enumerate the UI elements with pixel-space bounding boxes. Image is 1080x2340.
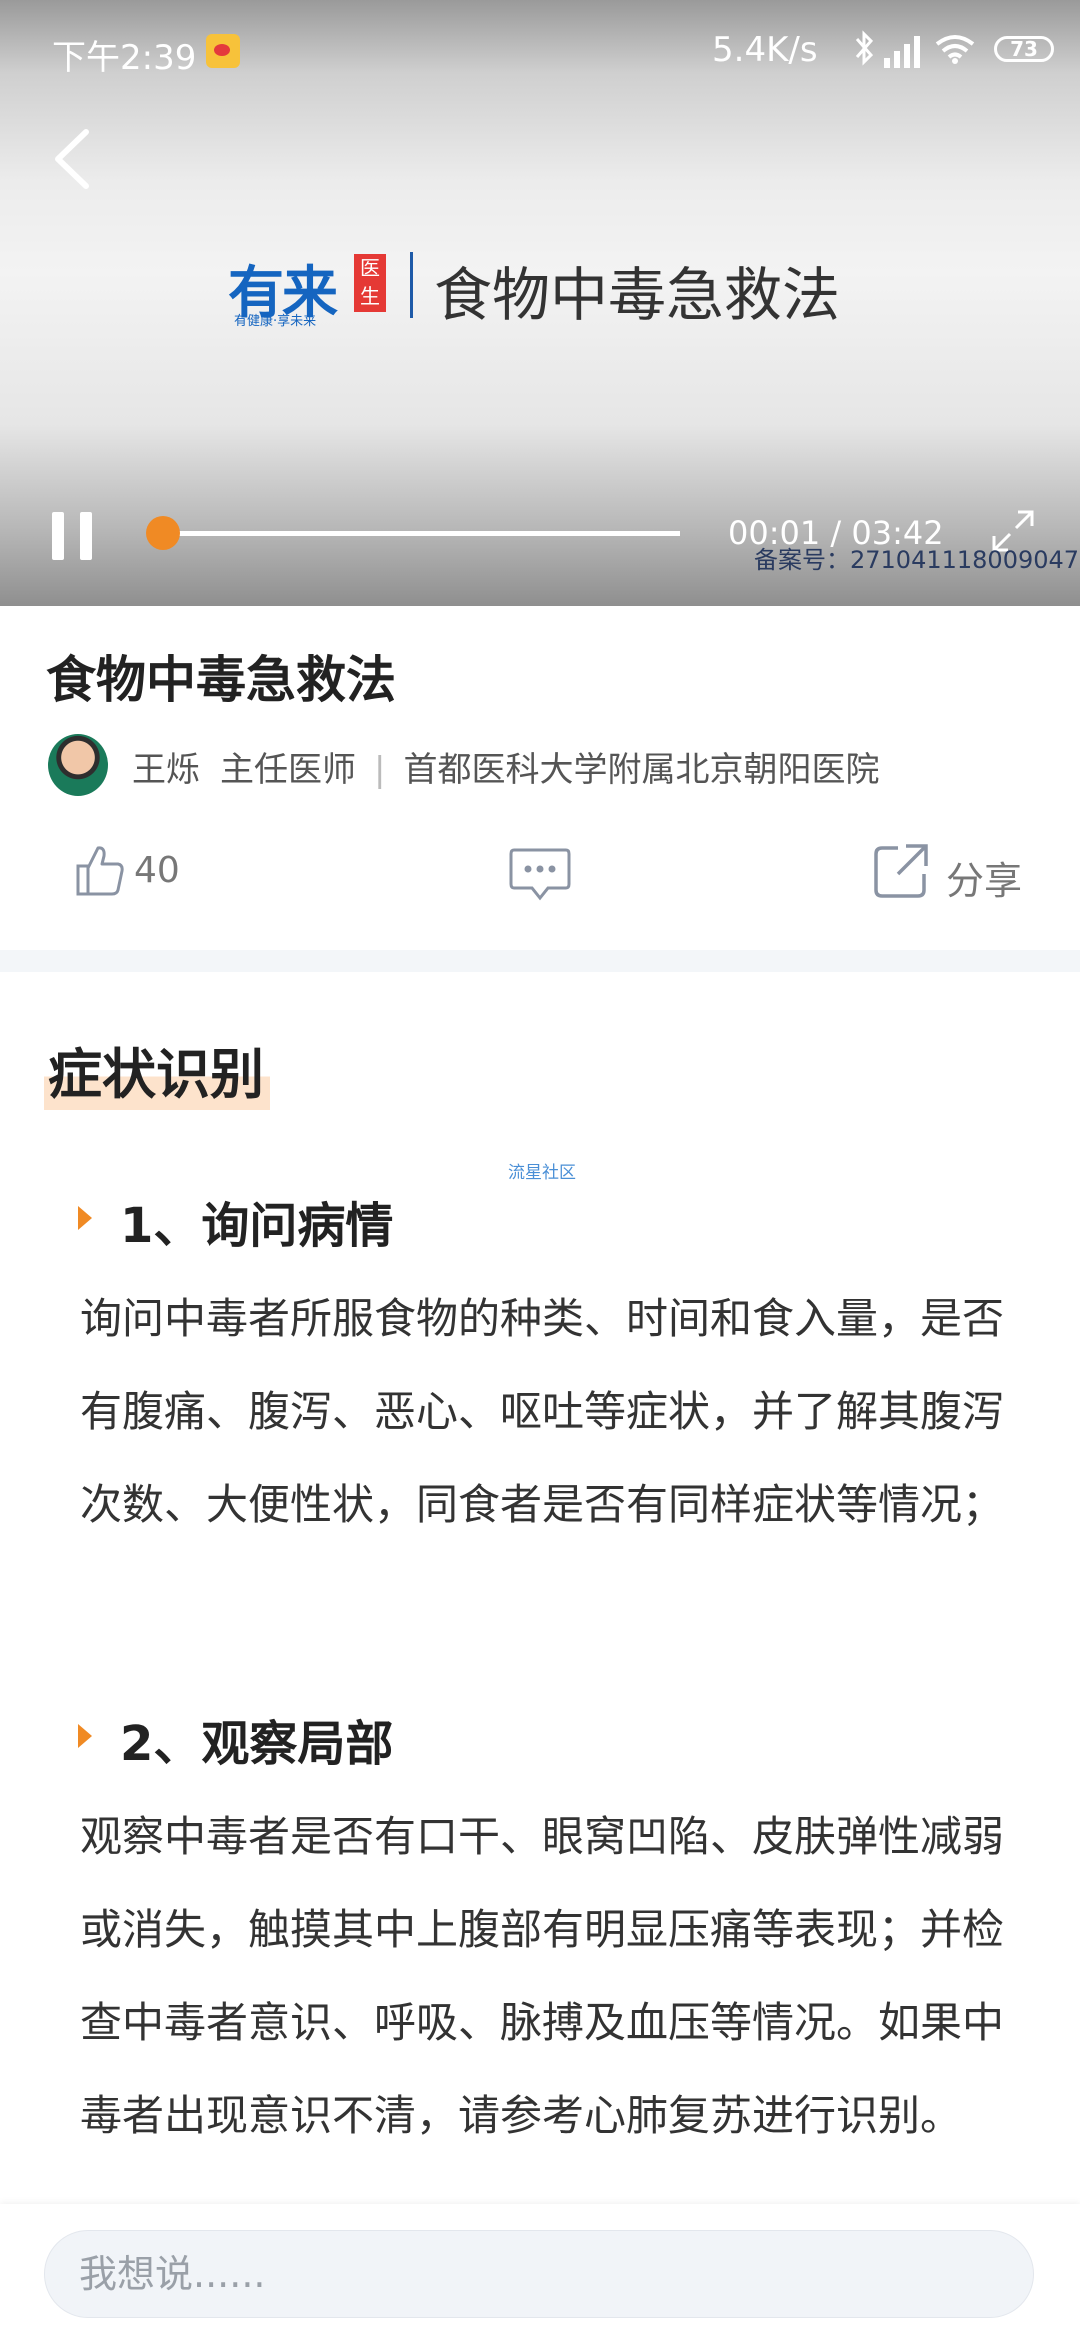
pause-button[interactable] — [52, 512, 94, 560]
record-number: 备案号：2710411180090473 — [754, 546, 1080, 574]
network-speed: 5.4K/s — [712, 30, 818, 70]
video-player[interactable]: 下午2:39 5.4K/s 73 有来 医生 有健康·享未来 食物中毒急救法 0… — [0, 0, 1080, 606]
signal-icon — [884, 34, 930, 68]
section-divider — [0, 950, 1080, 972]
item-body-1: 询问中毒者所服食物的种类、时间和食入量，是否有腹痛、腹泻、恶心、呕吐等症状，并了… — [80, 1294, 1005, 1529]
weibo-icon — [206, 34, 240, 68]
status-bar: 下午2:39 5.4K/s 73 — [0, 0, 1080, 100]
progress-track[interactable] — [162, 531, 680, 536]
avatar[interactable] — [48, 734, 108, 796]
share-button[interactable]: 分享 — [872, 842, 1032, 903]
item-body-2: 观察中毒者是否有口干、眼窝凹陷、皮肤弹性减弱或消失，触摸其中上腹部有明显压痛等表… — [80, 1812, 1005, 2140]
video-title: 食物中毒急救法 — [434, 261, 841, 329]
logo-tagline: 有健康·享未来 — [234, 314, 317, 329]
comment-bar: 我想说...... — [0, 2204, 1080, 2340]
comment-input[interactable]: 我想说...... — [44, 2230, 1034, 2318]
item-heading-text: 2、观察局部 — [120, 1716, 394, 1772]
progress-thumb[interactable] — [146, 516, 180, 550]
logo-badge: 医生 — [354, 254, 386, 312]
item-heading-text: 1、询问病情 — [120, 1198, 394, 1254]
status-time: 下午2:39 — [52, 38, 197, 78]
bullet-triangle-icon — [78, 1206, 92, 1230]
share-icon — [874, 844, 928, 898]
share-label: 分享 — [946, 859, 1023, 903]
thumbs-up-icon — [76, 846, 124, 896]
brand-logo: 有来 医生 有健康·享未来 — [228, 248, 388, 329]
bluetooth-icon — [855, 30, 874, 66]
wifi-icon — [935, 35, 975, 64]
section-heading: 症状识别 — [44, 1030, 270, 1110]
hospital-name: 首都医科大学附属北京朝阳医院 — [403, 750, 880, 790]
bullet-triangle-icon — [78, 1724, 92, 1748]
battery-icon: 73 — [994, 36, 1054, 62]
doctor-info[interactable]: 王烁 主任医师 | 首都医科大学附属北京朝阳医院 — [132, 742, 879, 791]
action-row: 40 分享 — [0, 836, 1080, 916]
doctor-title: 主任医师 — [220, 750, 356, 790]
status-icons: 73 — [854, 28, 1074, 72]
back-button[interactable] — [48, 126, 98, 192]
page-title: 食物中毒急救法 — [46, 651, 396, 709]
separator: | — [374, 750, 386, 790]
like-count: 40 — [134, 850, 180, 891]
doctor-name: 王烁 — [132, 750, 200, 790]
watermark: 流星社区 — [508, 1163, 576, 1183]
comment-button[interactable] — [508, 846, 572, 902]
logo-divider — [410, 252, 413, 318]
